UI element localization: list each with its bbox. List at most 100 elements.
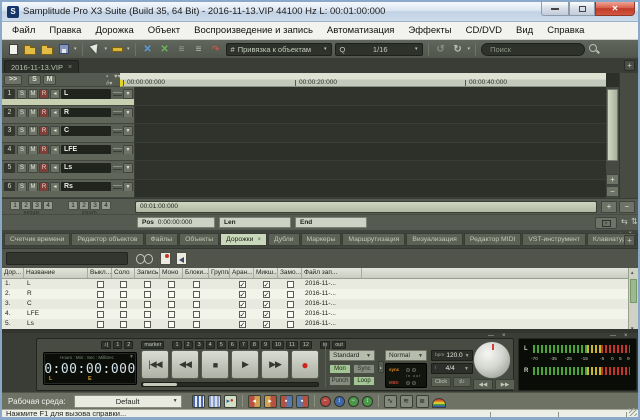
metronome-button[interactable]: ♯♪ [453,377,471,387]
menu-help[interactable]: Справка [540,22,591,39]
table-row[interactable]: 1.L 2016-11-... [2,279,638,289]
timeline-ruler[interactable]: 00:00:00:000 00:00:20:000 00:00:40:000 [120,73,606,87]
track-dropdown-icon[interactable]: ▼ [123,126,133,136]
mono-checkbox[interactable] [168,301,175,308]
track-header-3[interactable]: 3 S M R ◂ C ▼ [2,124,134,143]
col-solo[interactable]: Соло [112,268,135,278]
track-dropdown-icon[interactable]: ▼ [123,89,133,99]
arrange-checkbox[interactable] [239,291,246,298]
mixer-icon[interactable] [192,395,205,408]
lock-icon[interactable]: ▪ [106,74,108,80]
mono-checkbox[interactable] [168,291,175,298]
docker-tab-midi-editor[interactable]: Редактор MIDI [464,233,522,246]
track-header-6[interactable]: 6 S M R ◂ Rs ▼ [2,180,134,199]
search-icon[interactable] [588,43,600,55]
mute-button[interactable]: M [28,108,38,118]
monitor-button[interactable]: ◂ [50,182,60,192]
track-name[interactable]: C [61,126,111,136]
remix-agent-icon[interactable]: ↷ [209,42,223,56]
setup-button-1[interactable]: 1 [10,201,20,210]
play-button[interactable]: ▶ [231,350,259,379]
record-checkbox[interactable] [144,281,151,288]
record-button[interactable]: R [39,145,49,155]
undo-icon[interactable]: ↺ [434,42,448,56]
cut-icon[interactable]: ✕ [141,42,155,56]
menu-object[interactable]: Объект [141,22,187,39]
track-lanes[interactable] [135,87,606,198]
lock-checkbox[interactable] [193,321,200,328]
mouse-mode-icon[interactable] [88,42,102,56]
col-lock[interactable]: Блоки... [183,268,209,278]
docker-tab-objects[interactable]: Объекты [179,233,219,246]
mute-button[interactable]: M [28,126,38,136]
off-checkbox[interactable] [97,291,104,298]
punch-out-button[interactable]: out [332,341,346,349]
solo-button[interactable]: S [17,126,27,136]
arrange-checkbox[interactable] [239,311,246,318]
docker-tab-object-editor[interactable]: Редактор объектов [71,233,143,246]
menu-view[interactable]: Вид [509,22,540,39]
solo-checkbox[interactable] [120,321,127,328]
record-button[interactable]: R [39,163,49,173]
col-record[interactable]: Запись [135,268,160,278]
monitor-button[interactable]: ◂ [50,108,60,118]
resize-grip-icon[interactable] [629,408,637,416]
arrange-checkbox[interactable] [239,321,246,328]
close-button[interactable]: ✕ [595,2,635,16]
tempo-mode-dropdown[interactable]: Normal▼ [385,350,427,361]
arrange-checkbox[interactable] [239,301,246,308]
fade-icon[interactable]: ≡ [175,42,189,56]
record-checkbox[interactable] [144,321,151,328]
record-button[interactable]: R [39,108,49,118]
add-tab-button[interactable]: + [624,60,635,71]
col-track[interactable]: Дор... [2,268,24,278]
table-row[interactable]: 4.LFE 2016-11-... [2,309,638,319]
save-icon[interactable] [57,42,71,56]
punch-toggle[interactable]: Punch [329,376,351,386]
docker-tab-visualization[interactable]: Визуализация [406,233,463,246]
time-display[interactable]: Hours : Min : Sec : MilliSec 0:00:00:000… [43,352,137,385]
table-scrollbar-thumb[interactable] [630,279,637,303]
zoom-button-3[interactable]: 3 [90,201,100,210]
mono-checkbox[interactable] [168,311,175,318]
marker-6[interactable]: 6 [228,341,237,349]
col-name[interactable]: Название [24,268,88,278]
object-list-icon[interactable]: ≣ [416,395,429,408]
record-checkbox[interactable] [144,311,151,318]
monitor-button[interactable]: ◂ [50,145,60,155]
docker-tab-vst[interactable]: VST-инструмент [522,233,586,246]
new-project-icon[interactable] [6,42,20,56]
nudge-back-button[interactable]: ◀◀ [473,379,493,390]
track-dropdown-icon[interactable]: ▼ [123,163,133,173]
col-arrange[interactable]: Аран... [230,268,254,278]
horizontal-zoom-in-button[interactable]: + [601,201,617,213]
mixer-checkbox[interactable] [263,311,270,318]
record-button[interactable]: R [39,89,49,99]
lock-checkbox[interactable] [193,311,200,318]
monitor-volume-knob[interactable] [473,341,511,379]
frozen-checkbox[interactable] [287,291,294,298]
col-mixer[interactable]: Микш... [254,268,278,278]
track-header-4[interactable]: 4 S M R ◂ LFE ▼ [2,143,134,162]
end-field[interactable]: End [295,217,367,228]
mute-button[interactable]: M [28,145,38,155]
pos-field[interactable]: Pos 0:00:00:000 [137,217,215,228]
horizontal-zoom-out-button[interactable]: − [619,201,635,213]
lock-checkbox[interactable] [193,291,200,298]
project-folder-icon[interactable] [40,42,54,56]
solo-button[interactable]: S [17,108,27,118]
record-button[interactable]: R [39,182,49,192]
track-name[interactable]: R [61,108,111,118]
play-mode-dropdown[interactable]: Standard▼ [329,350,375,361]
off-checkbox[interactable] [97,311,104,318]
off-checkbox[interactable] [97,321,104,328]
workspace-dropdown[interactable]: Default ▼ [74,395,182,408]
track-dropdown-icon[interactable]: ▼ [123,145,133,155]
zoom-in-horizontal-icon[interactable]: ↕ [334,396,345,407]
object-mode-icon[interactable] [110,42,124,56]
sync-toggle[interactable]: Sync [353,364,375,374]
volume-slider[interactable] [113,166,122,170]
object-move-right-icon[interactable]: ▸ [264,395,277,408]
solo-button[interactable]: S [17,89,27,99]
track-header-2[interactable]: 2 S M R ◂ R ▼ [2,106,134,125]
